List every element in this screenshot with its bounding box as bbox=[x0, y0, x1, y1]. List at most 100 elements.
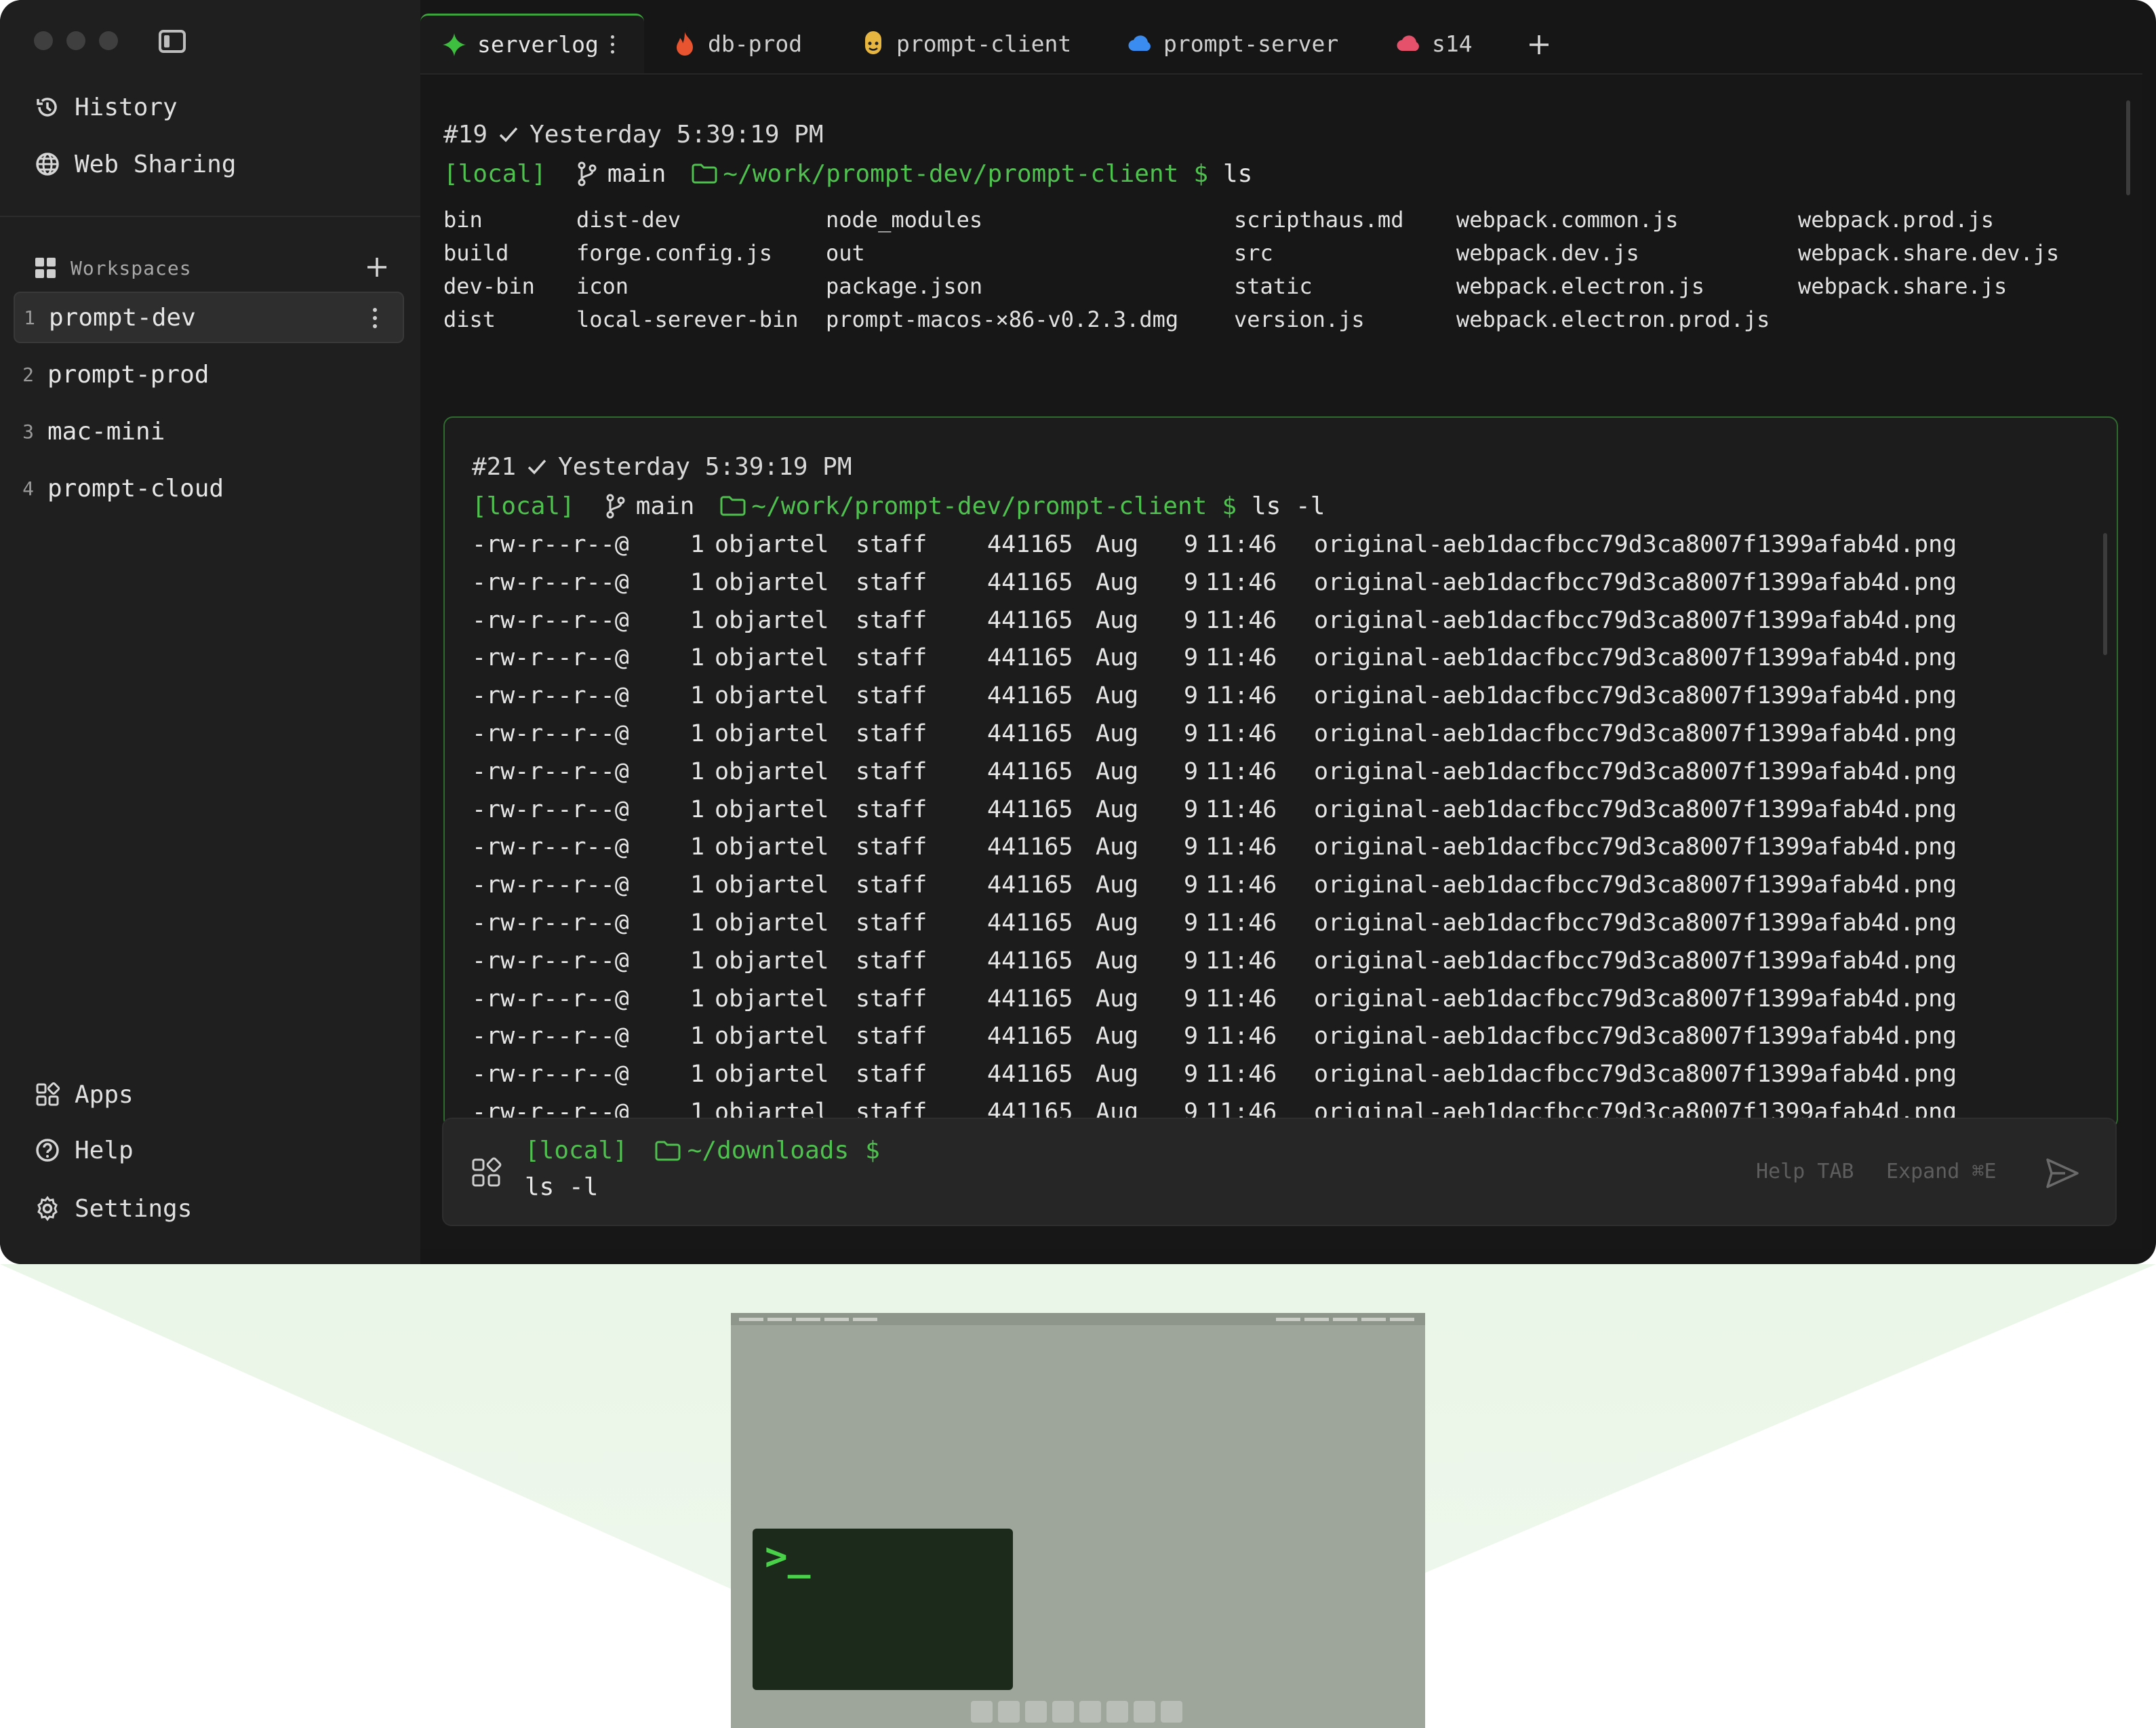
workspace-item-prompt-prod[interactable]: 2 prompt-prod bbox=[14, 349, 404, 400]
command-text[interactable]: ls -l bbox=[525, 1173, 598, 1201]
ls-field-day: 9 bbox=[1184, 796, 1199, 823]
ls-field-owner: objartel bbox=[715, 1023, 829, 1050]
nav-web-sharing[interactable]: Web Sharing bbox=[33, 148, 236, 180]
zoom-window-button[interactable] bbox=[99, 31, 118, 50]
command-input[interactable]: [local] ~/downloads $ ls -l Help TAB Exp… bbox=[442, 1118, 2117, 1226]
ls-field-day: 9 bbox=[1184, 758, 1199, 785]
ls-entry: webpack.dev.js bbox=[1456, 240, 1639, 266]
folder-icon bbox=[720, 496, 746, 516]
ls-field-name: original-aeb1dacfbcc79d3ca8007f1399afab4… bbox=[1314, 720, 1957, 747]
workspace-more-icon[interactable] bbox=[373, 308, 377, 330]
minimize-window-button[interactable] bbox=[66, 31, 85, 50]
apps-icon bbox=[33, 1080, 62, 1110]
ls-row: -rw-r--r--@ 1 objartel staff 441165 Aug 9 11:46… bbox=[472, 602, 2018, 640]
ls-field-owner: objartel bbox=[715, 871, 829, 899]
workspace-item-prompt-cloud[interactable]: 4 prompt-cloud bbox=[14, 463, 404, 514]
block-scrollbar[interactable] bbox=[2103, 533, 2107, 655]
ls-field-name: original-aeb1dacfbcc79d3ca8007f1399afab4… bbox=[1314, 682, 1957, 710]
block-timestamp: Yesterday 5:39:19 PM bbox=[530, 120, 824, 149]
command-block-21[interactable]: #21 Yesterday 5:39:19 PM [local] main ~/… bbox=[443, 416, 2118, 1128]
tab-bar: serverlog db-prod prompt-client prompt-s… bbox=[420, 14, 2142, 75]
tab-prompt-client[interactable]: prompt-client bbox=[839, 14, 1090, 73]
ls-field-size: 441165 bbox=[987, 531, 1073, 558]
ls-row: -rw-r--r--@ 1 objartel staff 441165 Aug 9 11:46… bbox=[472, 678, 2018, 715]
ls-field-time: 11:46 bbox=[1205, 720, 1277, 747]
nav-help[interactable]: Help bbox=[33, 1134, 134, 1166]
ls-field-size: 441165 bbox=[987, 568, 1073, 596]
tab-serverlog[interactable]: serverlog bbox=[420, 14, 644, 73]
ls-field-time: 11:46 bbox=[1205, 947, 1277, 975]
new-tab-button[interactable] bbox=[1525, 31, 1553, 58]
ls-field-owner: objartel bbox=[715, 833, 829, 861]
ls-field-month: Aug bbox=[1096, 531, 1139, 558]
workspace-item-prompt-dev[interactable]: 1 prompt-dev bbox=[14, 292, 404, 343]
prompt-host: [local] bbox=[472, 492, 575, 520]
ls-field-name: original-aeb1dacfbcc79d3ca8007f1399afab4… bbox=[1314, 833, 1957, 861]
apps-icon[interactable] bbox=[471, 1157, 502, 1188]
send-icon[interactable] bbox=[2043, 1154, 2081, 1192]
ls-entry: local-serever-bin bbox=[576, 307, 799, 332]
sidebar-toggle-icon[interactable] bbox=[159, 30, 186, 53]
ls-field-links: 1 bbox=[690, 833, 705, 861]
ls-field-owner: objartel bbox=[715, 644, 829, 672]
sparkle-icon bbox=[443, 33, 466, 56]
workspace-item-mac-mini[interactable]: 3 mac-mini bbox=[14, 406, 404, 457]
ls-field-month: Aug bbox=[1096, 1061, 1139, 1088]
ls-field-time: 11:46 bbox=[1205, 1061, 1277, 1088]
ls-field-owner: objartel bbox=[715, 568, 829, 596]
ls-field-links: 1 bbox=[690, 758, 705, 785]
prompt-path: ~/downloads bbox=[687, 1137, 850, 1164]
ls-field-time: 11:46 bbox=[1205, 909, 1277, 937]
help-hint[interactable]: Help TAB bbox=[1756, 1160, 1854, 1183]
nav-settings[interactable]: Settings bbox=[33, 1192, 192, 1225]
ls-field-links: 1 bbox=[690, 682, 705, 710]
ls-entry: static bbox=[1234, 273, 1313, 299]
ls-field-name: original-aeb1dacfbcc79d3ca8007f1399afab4… bbox=[1314, 644, 1957, 672]
ls-long-output: -rw-r--r--@ 1 objartel staff 441165 Aug 9 11:46… bbox=[472, 526, 2018, 1127]
ls-output: bin build dev-bin dist dist-dev forge.co… bbox=[443, 203, 2118, 346]
ls-field-perm: -rw-r--r--@ bbox=[472, 871, 629, 899]
ls-field-group: staff bbox=[856, 568, 927, 596]
folder-icon bbox=[655, 1141, 681, 1160]
ls-field-name: original-aeb1dacfbcc79d3ca8007f1399afab4… bbox=[1314, 606, 1957, 634]
ls-field-size: 441165 bbox=[987, 796, 1073, 823]
tab-prompt-server[interactable]: prompt-server bbox=[1106, 14, 1357, 73]
close-window-button[interactable] bbox=[34, 31, 53, 50]
block-number: #21 bbox=[472, 452, 517, 481]
output-scrollbar[interactable] bbox=[2126, 100, 2130, 195]
desktop-preview: >_ bbox=[731, 1313, 1425, 1728]
ls-field-owner: objartel bbox=[715, 606, 829, 634]
ls-field-links: 1 bbox=[690, 871, 705, 899]
ls-row: -rw-r--r--@ 1 objartel staff 441165 Aug 9 11:46… bbox=[472, 791, 2018, 829]
nav-apps[interactable]: Apps bbox=[33, 1078, 134, 1111]
ls-field-time: 11:46 bbox=[1205, 568, 1277, 596]
cloud-icon bbox=[1397, 35, 1419, 52]
expand-hint[interactable]: Expand ⌘E bbox=[1886, 1160, 1997, 1183]
ls-field-size: 441165 bbox=[987, 682, 1073, 710]
main-area: serverlog db-prod prompt-client prompt-s… bbox=[420, 14, 2156, 1251]
block-timestamp: Yesterday 5:39:19 PM bbox=[558, 452, 852, 481]
sidebar: History Web Sharing Workspaces 1 prompt-… bbox=[0, 0, 420, 1264]
tab-db-prod[interactable]: db-prod bbox=[651, 14, 827, 73]
block-header: #21 Yesterday 5:39:19 PM bbox=[472, 448, 1325, 486]
ls-field-month: Aug bbox=[1096, 1023, 1139, 1050]
ls-field-time: 11:46 bbox=[1205, 531, 1277, 558]
prompt-path: ~/work/prompt-dev/prompt-client bbox=[723, 159, 1179, 188]
sidebar-divider bbox=[0, 216, 420, 217]
ls-field-links: 1 bbox=[690, 568, 705, 596]
ls-field-day: 9 bbox=[1184, 568, 1199, 596]
ls-column: dist-dev forge.config.js icon local-sere… bbox=[576, 203, 799, 336]
tab-more-icon[interactable] bbox=[610, 35, 615, 54]
command-block-19[interactable]: #19 Yesterday 5:39:19 PM [local] main ~/… bbox=[443, 115, 2118, 346]
preview-menubar bbox=[731, 1313, 1425, 1325]
ls-field-perm: -rw-r--r--@ bbox=[472, 682, 629, 710]
nav-history[interactable]: History bbox=[33, 91, 178, 123]
ls-field-group: staff bbox=[856, 644, 927, 672]
ls-field-group: staff bbox=[856, 1023, 927, 1050]
add-workspace-button[interactable] bbox=[363, 254, 391, 281]
ls-field-month: Aug bbox=[1096, 682, 1139, 710]
ls-field-day: 9 bbox=[1184, 720, 1199, 747]
ls-field-links: 1 bbox=[690, 985, 705, 1013]
ls-field-perm: -rw-r--r--@ bbox=[472, 531, 629, 558]
tab-s14[interactable]: s14 bbox=[1375, 14, 1497, 73]
